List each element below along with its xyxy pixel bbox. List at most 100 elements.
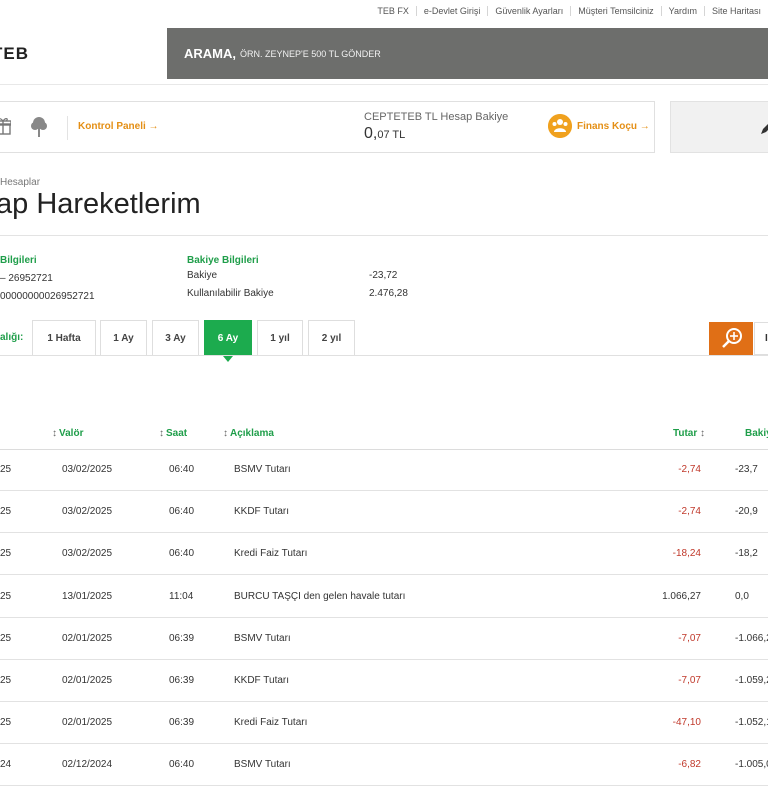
logo-text: TEB — [0, 44, 29, 63]
cell-date: 25 — [0, 675, 12, 686]
table-row[interactable]: 25 02/01/2025 06:39 Kredi Faiz Tutarı -47,10… — [0, 702, 768, 745]
header-valor[interactable]: ↕ Valör — [52, 428, 83, 439]
cell-tutar: -6,82 — [678, 759, 701, 771]
tab-1-yil[interactable]: 1 yıl — [257, 320, 303, 355]
cell-tutar: -2,74 — [678, 506, 701, 518]
pen-icon — [761, 124, 768, 134]
cell-aciklama: Kredi Faiz Tutarı — [234, 548, 308, 560]
cell-tutar: -47,10 — [672, 717, 701, 729]
detailed-search-button[interactable] — [709, 322, 753, 355]
cell-bakiye: -23,7 — [735, 464, 758, 475]
cell-bakiye: -1.066,2 — [735, 632, 768, 644]
cell-date: 24 — [0, 759, 12, 771]
cell-valor: 02/01/2025 — [62, 632, 113, 644]
header-tutar[interactable]: Tutar ↕ — [673, 428, 707, 439]
cell-date: 25 — [0, 548, 12, 560]
table-row[interactable]: 25 03/02/2025 06:40 KKDF Tutarı -2,74 -20,9 — [0, 491, 768, 534]
cell-valor: 13/01/2025 — [62, 590, 113, 602]
cell-bakiye: -20,9 — [735, 506, 758, 518]
cell-saat: 06:39 — [169, 717, 195, 729]
table-row[interactable]: 24 02/12/2024 06:40 BSMV Tutarı -6,82 -1.005,… — [0, 744, 768, 786]
cell-bakiye: -1.052,1 — [735, 717, 768, 729]
tab-6-ay[interactable]: 6 Ay — [204, 320, 252, 362]
title-divider — [0, 235, 768, 236]
cell-bakiye: 0,0 — [735, 590, 749, 602]
logo[interactable]: TEB — [0, 44, 40, 64]
tabs-baseline — [0, 355, 768, 356]
header-divider — [0, 84, 768, 85]
search-label: ARAMA, — [184, 46, 236, 61]
top-link-security-settings[interactable]: Güvenlik Ayarları — [487, 6, 570, 16]
cell-aciklama: BURCU TAŞÇI den gelen havale tutarı — [234, 590, 406, 602]
cell-aciklama: BSMV Tutarı — [234, 464, 291, 475]
finance-coach-icon[interactable] — [548, 114, 572, 138]
cell-aciklama: BSMV Tutarı — [234, 632, 291, 644]
cell-tutar: -2,74 — [678, 464, 701, 475]
table-row[interactable]: 25 02/01/2025 06:39 KKDF Tutarı -7,07 -1.059,… — [0, 660, 768, 702]
breadcrumb[interactable]: Hesaplar — [0, 177, 40, 188]
gift-icon[interactable] — [0, 117, 11, 135]
quick-separator — [67, 116, 68, 140]
balance-info-title: Bakiye Bilgileri — [187, 255, 259, 266]
tree-icon[interactable] — [30, 116, 48, 138]
top-link-teb-fx[interactable]: TEB FX — [370, 6, 416, 16]
top-link-e-devlet[interactable]: e-Devlet Girişi — [415, 6, 488, 16]
table-header: ↕Valör ↕Saat ↕Açıklama Tutar ↕ Bakiy — [0, 418, 768, 450]
cell-saat: 06:39 — [169, 675, 195, 686]
account-info-title: Bilgileri — [0, 255, 37, 266]
cell-aciklama: KKDF Tutarı — [234, 675, 290, 686]
balance-decimal: 07 TL — [377, 129, 406, 141]
cell-valor: 03/02/2025 — [62, 506, 113, 518]
finance-coach-link[interactable]: Finans Koçu → — [577, 121, 650, 132]
page-title: ap Hareketlerim — [0, 188, 201, 220]
search-bar[interactable]: ARAMA, ÖRN. ZEYNEP'E 500 TL GÖNDER — [167, 28, 768, 79]
balance-title: CEPTETEB TL Hesap Bakiye — [364, 111, 509, 123]
cell-bakiye: -1.005,0 — [735, 759, 768, 771]
cell-date: 25 — [0, 464, 12, 475]
cell-date: 25 — [0, 506, 12, 518]
cell-saat: 06:40 — [169, 464, 195, 475]
cell-aciklama: KKDF Tutarı — [234, 506, 290, 518]
search-hint: ÖRN. ZEYNEP'E 500 TL GÖNDER — [240, 48, 381, 59]
cell-aciklama: BSMV Tutarı — [234, 759, 291, 771]
cell-valor: 03/02/2025 — [62, 464, 113, 475]
period-label: alığı: — [0, 332, 24, 343]
cell-date: 25 — [0, 590, 12, 602]
top-link-customer-rep[interactable]: Müşteri Temsilciniz — [570, 6, 660, 16]
control-panel-link[interactable]: Kontrol Paneli → — [78, 121, 159, 132]
cell-date: 25 — [0, 717, 12, 729]
top-link-help[interactable]: Yardım — [660, 6, 704, 16]
cell-valor: 02/12/2024 — [62, 759, 113, 771]
cell-valor: 02/01/2025 — [62, 717, 113, 729]
cell-saat: 06:40 — [169, 506, 195, 518]
table-row[interactable]: 25 03/02/2025 06:40 BSMV Tutarı -2,74 -23,7 — [0, 449, 768, 491]
side-action-box[interactable] — [670, 101, 768, 153]
tab-2-yil[interactable]: 2 yıl — [308, 320, 355, 355]
cell-valor: 03/02/2025 — [62, 548, 113, 560]
iban-number: 00000000026952721 — [0, 291, 95, 302]
cell-bakiye: -1.059,2 — [735, 675, 768, 686]
tab-1-ay[interactable]: 1 Ay — [100, 320, 147, 355]
header-saat[interactable]: ↕ Saat — [159, 428, 187, 439]
balance-amount: 0,07 TL — [364, 125, 405, 143]
cell-saat: 06:39 — [169, 632, 195, 644]
cell-saat: 11:04 — [169, 590, 194, 602]
tab-1-hafta[interactable]: 1 Hafta — [32, 320, 96, 355]
account-number: – 26952721 — [0, 273, 53, 284]
header-aciklama[interactable]: ↕ Açıklama — [223, 428, 274, 439]
top-links: TEB FX e-Devlet Girişi Güvenlik Ayarları… — [370, 0, 768, 22]
header-bakiye[interactable]: Bakiy — [745, 428, 768, 439]
cell-tutar: -7,07 — [678, 632, 701, 644]
table-row[interactable]: 25 03/02/2025 06:40 Kredi Faiz Tutarı -18,24… — [0, 533, 768, 576]
available-balance-value: 2.476,28 — [369, 288, 408, 299]
cell-tutar: 1.066,27 — [662, 590, 701, 602]
top-link-sitemap[interactable]: Site Haritası — [703, 6, 768, 16]
available-balance-label: Kullanılabilir Bakiye — [187, 288, 274, 299]
tab-3-ay[interactable]: 3 Ay — [152, 320, 199, 355]
table-row[interactable]: 25 13/01/2025 11:04 BURCU TAŞÇI den gelen h… — [0, 576, 768, 618]
cell-date: 25 — [0, 632, 12, 644]
table-row[interactable]: 25 02/01/2025 06:39 BSMV Tutarı -7,07 -1.066,… — [0, 618, 768, 660]
extra-button[interactable]: I — [754, 322, 768, 355]
balance-main: 0, — [364, 125, 378, 142]
quick-access-box: Kontrol Paneli → CEPTETEB TL Hesap Bakiy… — [0, 101, 655, 153]
